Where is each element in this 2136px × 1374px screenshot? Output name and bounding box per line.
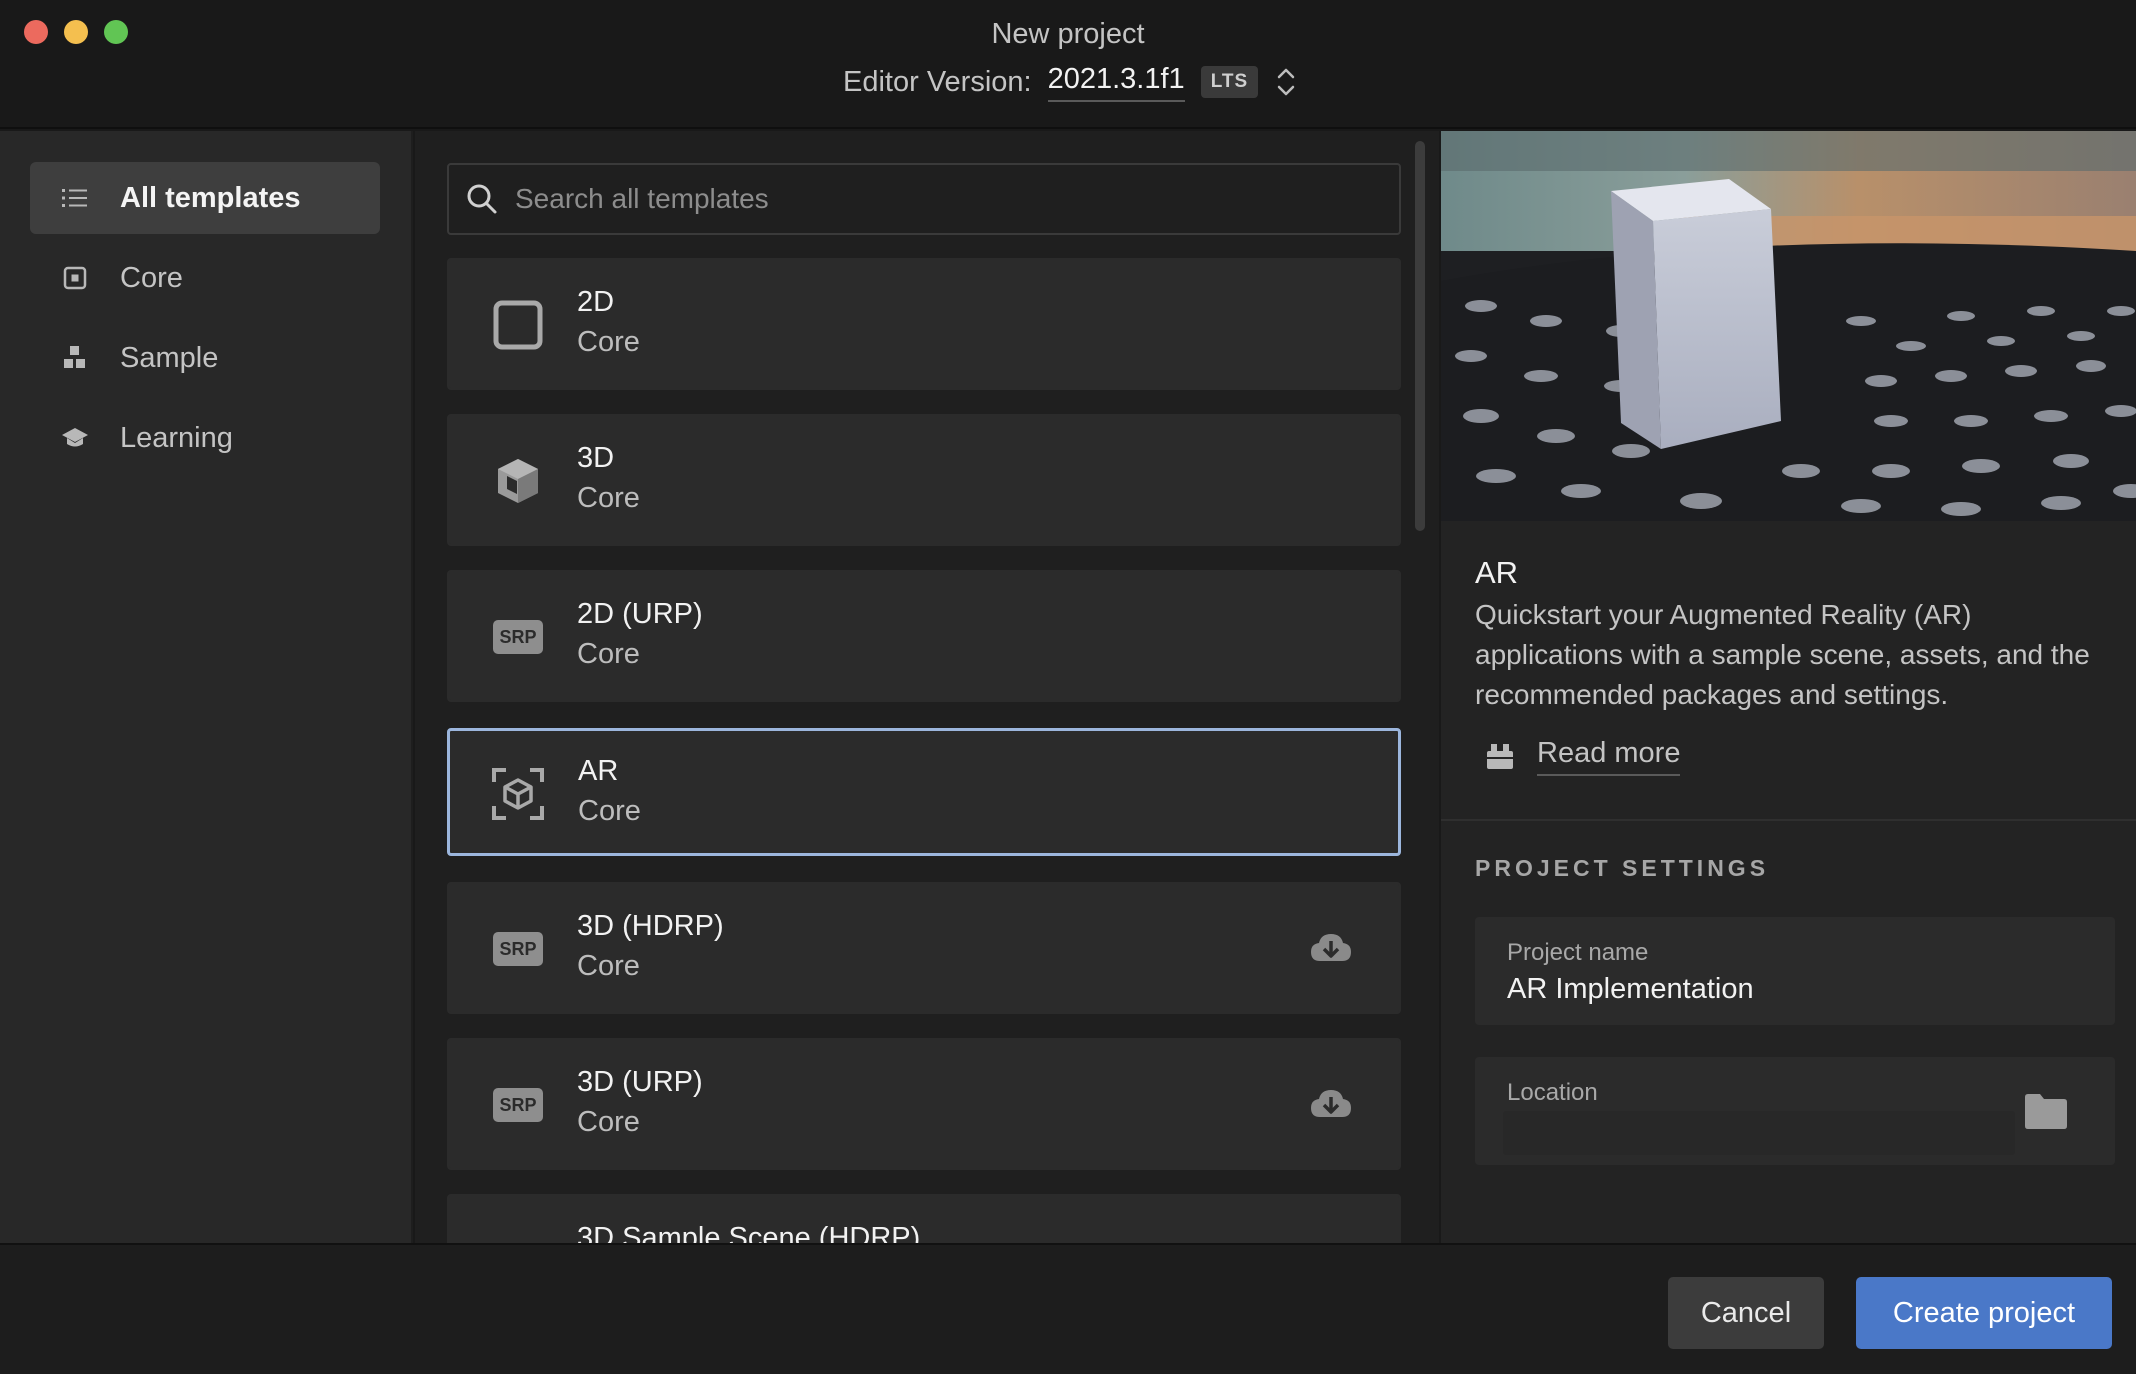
search-input[interactable]	[515, 183, 1375, 215]
template-card-2d[interactable]: 2D Core	[447, 258, 1401, 390]
book-icon	[1487, 743, 1513, 769]
project-name-input[interactable]: AR Implementation	[1507, 973, 1754, 1006]
template-name: 3D (HDRP)	[577, 910, 724, 942]
cube-icon	[489, 452, 547, 510]
window-title: New project	[991, 18, 1145, 50]
detail-description: Quickstart your Augmented Reality (AR) a…	[1475, 599, 2090, 710]
srp-badge: SRP	[493, 620, 543, 654]
divider	[1441, 819, 2136, 821]
sidebar-item-sample[interactable]: Sample	[30, 322, 380, 394]
folder-icon[interactable]	[2021, 1089, 2071, 1133]
search-box[interactable]	[447, 163, 1401, 235]
template-card-3d[interactable]: 3D Core	[447, 414, 1401, 546]
project-name-label: Project name	[1507, 939, 1649, 966]
template-category: Core	[577, 326, 640, 358]
editor-version-selector[interactable]: Editor Version: 2021.3.1f1 LTS	[843, 60, 1298, 104]
chevron-up-down-icon[interactable]	[1274, 64, 1298, 100]
template-list: 2D Core 3D Core SRP 2D (URP) Core	[415, 131, 1439, 1243]
srp-badge-icon: SRP	[489, 920, 547, 978]
sidebar-item-label: Learning	[120, 421, 233, 454]
square-icon	[489, 296, 547, 354]
ar-cube-icon	[489, 765, 547, 823]
template-name: 2D (URP)	[577, 598, 703, 630]
sidebar-item-label: Sample	[120, 341, 219, 374]
template-card-2d-urp[interactable]: SRP 2D (URP) Core	[447, 570, 1401, 702]
template-name: 2D	[577, 286, 615, 318]
core-icon	[30, 242, 120, 314]
search-icon	[449, 183, 515, 215]
srp-badge-icon: SRP	[489, 1076, 547, 1134]
template-category: Core	[577, 1106, 640, 1138]
template-name: 3D Sample Scene (HDRP)	[577, 1222, 921, 1243]
detail-title: AR	[1475, 555, 1519, 590]
template-category: Core	[578, 795, 641, 827]
cloud-download-icon[interactable]	[1309, 929, 1353, 969]
read-more-link[interactable]: Read more	[1485, 737, 1681, 776]
srp-badge: SRP	[493, 932, 543, 966]
srp-badge-icon: SRP	[489, 608, 547, 666]
template-detail-pane: AR Quickstart your Augmented Reality (AR…	[1441, 131, 2136, 1243]
sidebar-item-label: All templates	[120, 181, 301, 214]
location-label: Location	[1507, 1079, 1598, 1106]
template-category: Core	[577, 482, 640, 514]
template-category: Core	[577, 638, 640, 670]
sidebar-item-label: Core	[120, 261, 183, 294]
learning-icon	[30, 402, 120, 474]
sidebar-item-learning[interactable]: Learning	[30, 402, 380, 474]
template-name: 3D (URP)	[577, 1066, 703, 1098]
template-card-3d-sample-scene-hdrp[interactable]: 3D Sample Scene (HDRP)	[447, 1194, 1401, 1243]
sidebar-item-core[interactable]: Core	[30, 242, 380, 314]
sidebar-item-all-templates[interactable]: All templates	[30, 162, 380, 234]
lts-badge: LTS	[1200, 66, 1259, 98]
editor-version-value[interactable]: 2021.3.1f1	[1047, 63, 1185, 102]
template-card-3d-urp[interactable]: SRP 3D (URP) Core	[447, 1038, 1401, 1170]
category-sidebar: All templates Core Sample Learning	[0, 131, 413, 1243]
footer-bar: Cancel Create project	[0, 1243, 2136, 1374]
list-icon	[30, 162, 120, 234]
title-bar: New project Editor Version: 2021.3.1f1 L…	[0, 0, 2136, 129]
project-settings-heading: PROJECT SETTINGS	[1475, 855, 1770, 881]
location-input[interactable]	[1503, 1111, 2015, 1155]
read-more-label[interactable]: Read more	[1537, 737, 1681, 776]
location-field[interactable]: Location	[1475, 1057, 2115, 1165]
editor-version-label: Editor Version:	[843, 65, 1032, 98]
template-name: AR	[578, 755, 619, 787]
sample-icon	[30, 322, 120, 394]
template-category: Core	[577, 950, 640, 982]
srp-badge: SRP	[493, 1088, 543, 1122]
cloud-download-icon[interactable]	[1309, 1085, 1353, 1125]
list-scrollbar[interactable]	[1415, 141, 1425, 531]
create-project-button[interactable]: Create project	[1856, 1277, 2112, 1349]
template-card-3d-hdrp[interactable]: SRP 3D (HDRP) Core	[447, 882, 1401, 1014]
template-card-ar[interactable]: AR Core	[447, 728, 1401, 856]
cancel-button[interactable]: Cancel	[1668, 1277, 1824, 1349]
template-preview-image	[1441, 131, 2136, 521]
template-name: 3D	[577, 442, 615, 474]
project-name-field[interactable]: Project name AR Implementation	[1475, 917, 2115, 1025]
